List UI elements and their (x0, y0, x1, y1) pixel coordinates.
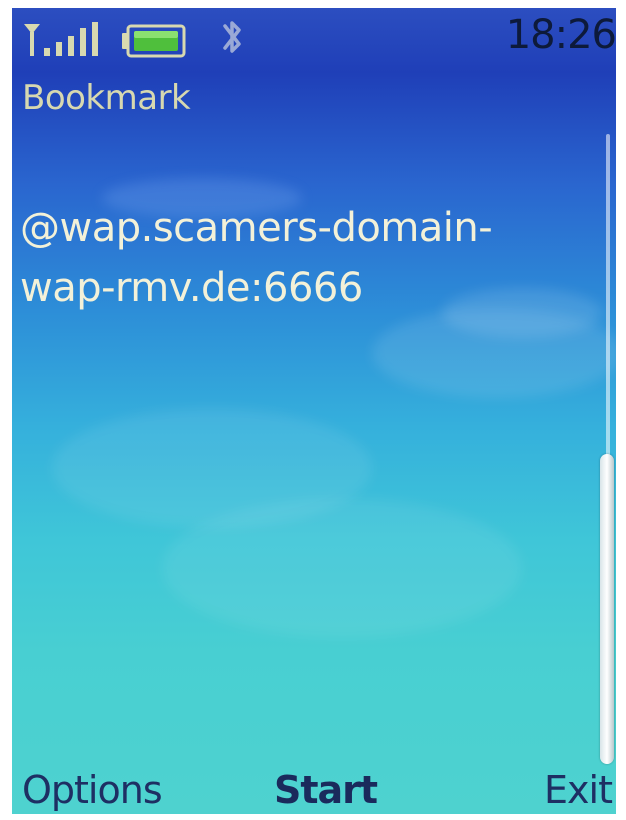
scrollbar-thumb[interactable] (600, 454, 614, 764)
bluetooth-icon (217, 16, 247, 62)
exit-softkey[interactable]: Exit (544, 768, 613, 812)
signal-strength-icon (20, 20, 120, 60)
bookmark-address: @wap.scamers-domain- wap-rmv.de:6666 (20, 205, 493, 311)
status-bar: 18:26 (12, 8, 616, 68)
clock: 18:26 (505, 12, 616, 58)
phone-screen: 18:26 Bookmark @wap.scamers-domain- wap-… (12, 8, 616, 814)
background-bokeh (162, 498, 522, 638)
start-softkey[interactable]: Start (274, 768, 378, 812)
softkey-bar: Options Start Exit (12, 768, 616, 814)
phone-frame: 18:26 Bookmark @wap.scamers-domain- wap-… (0, 0, 626, 820)
battery-icon (122, 24, 186, 62)
page-title: Bookmark (22, 78, 191, 118)
options-softkey[interactable]: Options (22, 768, 163, 812)
